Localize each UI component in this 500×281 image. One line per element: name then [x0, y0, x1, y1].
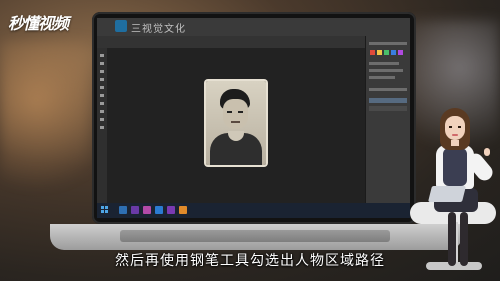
photoshop-logo-icon [115, 20, 127, 32]
presenter-laptop [428, 186, 466, 202]
presenter-hand [484, 148, 490, 156]
portrait-face [223, 99, 248, 129]
pen-tool-icon[interactable] [100, 102, 104, 105]
photoshop-title-bar: 三视觉文化 [97, 18, 410, 37]
taskbar-app-icon[interactable] [143, 206, 151, 214]
video-subtitle: 然后再使用钢笔工具勾选出人物区域路径 [115, 253, 385, 269]
portrait-eye [227, 111, 232, 113]
laptop-screen: 三视觉文化 [97, 18, 410, 218]
system-tray[interactable] [376, 207, 406, 213]
lasso-tool-icon[interactable] [100, 70, 104, 73]
layer-row[interactable] [369, 98, 407, 103]
presenter-eye [449, 126, 452, 128]
color-swatch[interactable] [384, 50, 389, 55]
presenter-mouth [452, 134, 458, 136]
text-tool-icon[interactable] [100, 110, 104, 113]
old-portrait-photo [206, 81, 266, 165]
brand-watermark: 秒懂视频 [8, 14, 69, 33]
windows-taskbar [97, 203, 410, 218]
marquee-tool-icon[interactable] [100, 62, 104, 65]
layers-tab[interactable] [369, 88, 407, 91]
eraser-tool-icon[interactable] [100, 94, 104, 97]
presenter-neck [451, 140, 459, 146]
adjustments-row[interactable] [369, 62, 399, 65]
panel-tabs[interactable] [369, 42, 407, 45]
windows-start-icon[interactable] [101, 206, 109, 214]
color-swatch[interactable] [377, 50, 382, 55]
hand-tool-icon[interactable] [100, 118, 104, 121]
presenter-face [445, 116, 465, 140]
portrait-mouth [231, 121, 240, 123]
presenter-vest [443, 148, 467, 186]
adjustments-row[interactable] [369, 69, 403, 72]
taskbar-app-icon[interactable] [167, 206, 175, 214]
color-swatch[interactable] [398, 50, 403, 55]
crop-tool-icon[interactable] [100, 78, 104, 81]
window-title: 三视觉文化 [131, 24, 186, 35]
color-swatch[interactable] [391, 50, 396, 55]
photoshop-taskbar-icon[interactable] [179, 206, 187, 214]
portrait-eye [238, 111, 243, 113]
laptop-keyboard [120, 230, 390, 242]
file-explorer-icon[interactable] [119, 206, 127, 214]
brush-tool-icon[interactable] [100, 86, 104, 89]
background-bokeh-left [0, 40, 90, 240]
move-tool-icon[interactable] [100, 54, 104, 57]
presenter-eye [458, 126, 461, 128]
adjustments-row[interactable] [369, 76, 395, 79]
right-panels[interactable] [365, 36, 410, 203]
color-swatch[interactable] [370, 50, 375, 55]
zoom-tool-icon[interactable] [100, 126, 104, 129]
taskbar-app-icon[interactable] [131, 206, 139, 214]
taskbar-app-icon[interactable] [155, 206, 163, 214]
layer-row[interactable] [369, 106, 407, 111]
